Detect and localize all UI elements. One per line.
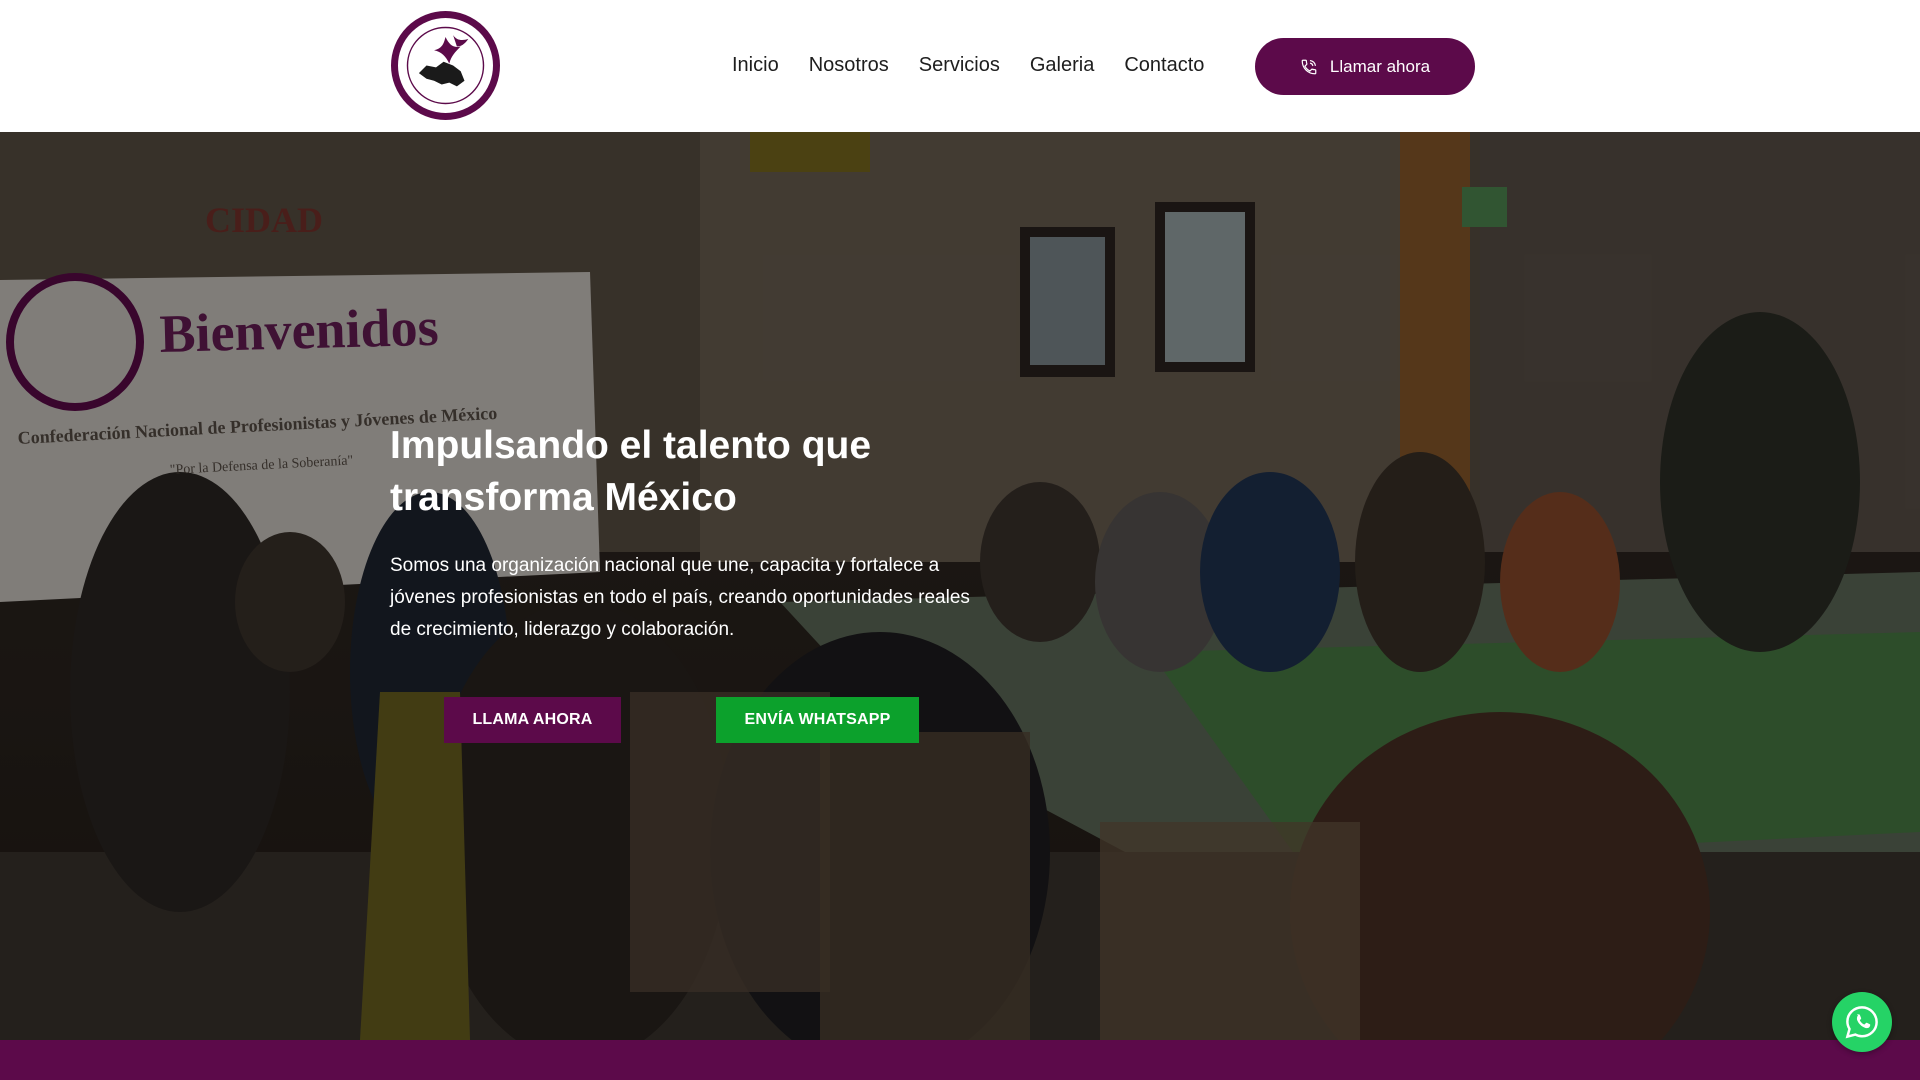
call-cta-button[interactable]: LLAMA AHORA — [444, 697, 621, 743]
site-header: Inicio Nosotros Servicios Galeria Contac… — [0, 0, 1920, 132]
hero-section: Bienvenidos Confederación Nacional de Pro… — [0, 132, 1920, 1040]
nav-galeria[interactable]: Galeria — [1030, 54, 1094, 77]
logo[interactable] — [391, 11, 500, 120]
nav-servicios[interactable]: Servicios — [919, 54, 1000, 77]
logo-emblem-icon — [399, 19, 492, 112]
phone-icon — [1301, 59, 1317, 74]
hero-title: Impulsando el talento que transforma Méx… — [390, 420, 990, 524]
hero-content: Impulsando el talento que transforma Méx… — [390, 420, 990, 646]
call-now-button[interactable]: Llamar ahora — [1255, 38, 1475, 95]
nav-nosotros[interactable]: Nosotros — [809, 54, 889, 77]
section-divider — [0, 1040, 1920, 1080]
call-now-label: Llamar ahora — [1329, 56, 1431, 76]
whatsapp-icon — [1845, 1006, 1878, 1039]
hero-title-line2: transforma México — [390, 476, 737, 519]
whatsapp-float-button[interactable] — [1832, 992, 1892, 1052]
hero-title-line1: Impulsando el talento que — [390, 424, 872, 467]
whatsapp-cta-button[interactable]: ENVÍA WHATSAPP — [716, 697, 919, 743]
main-nav: Inicio Nosotros Servicios Galeria Contac… — [732, 50, 1204, 80]
nav-contacto[interactable]: Contacto — [1124, 54, 1204, 77]
nav-inicio[interactable]: Inicio — [732, 54, 779, 77]
hero-description: Somos una organización nacional que une,… — [390, 555, 970, 640]
